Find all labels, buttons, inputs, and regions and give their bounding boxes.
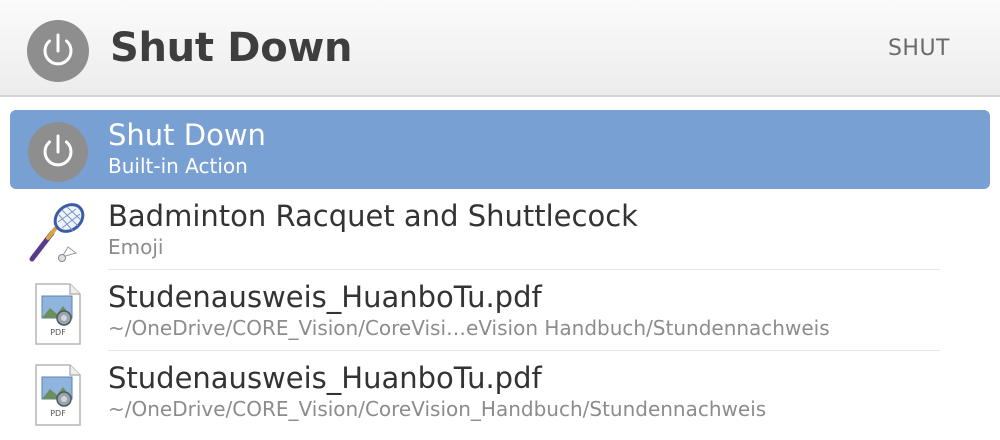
launcher-window: Shut Down SHUT Shut Down Built-in Action <box>0 0 1000 440</box>
power-icon <box>26 120 90 184</box>
result-subtitle: Built-in Action <box>108 154 248 178</box>
result-title: Studenausweis_HuanboTu.pdf <box>108 280 542 314</box>
search-bar[interactable]: Shut Down SHUT <box>0 0 1000 97</box>
pdf-file-icon: PDF <box>26 282 90 346</box>
result-title: Badminton Racquet and Shuttlecock <box>108 199 638 233</box>
result-item-shut-down[interactable]: Shut Down Built-in Action <box>0 108 1000 189</box>
result-subtitle: ~/OneDrive/CORE_Vision/CoreVision_Handbu… <box>108 397 767 421</box>
keyword-hint: SHUT <box>887 36 950 61</box>
result-item-pdf-file[interactable]: PDF Studenausweis_HuanboTu.pdf ~/OneDriv… <box>0 270 1000 351</box>
pdf-icon-label: PDF <box>50 328 66 337</box>
results-list: Shut Down Built-in Action Badminton Racq… <box>0 108 1000 432</box>
result-subtitle: Emoji <box>108 235 164 259</box>
result-subtitle: ~/OneDrive/CORE_Vision/CoreVisi…eVision … <box>108 316 830 340</box>
pdf-file-icon: PDF <box>26 363 90 427</box>
pdf-icon-label: PDF <box>50 409 66 418</box>
result-title: Shut Down <box>108 118 266 152</box>
result-title: Studenausweis_HuanboTu.pdf <box>108 361 542 395</box>
result-item-badminton-emoji[interactable]: Badminton Racquet and Shuttlecock Emoji <box>0 189 1000 270</box>
search-input[interactable]: Shut Down <box>110 25 353 71</box>
badminton-emoji-icon <box>26 201 90 265</box>
result-item-pdf-file[interactable]: PDF Studenausweis_HuanboTu.pdf ~/OneDriv… <box>0 351 1000 432</box>
power-icon <box>27 20 89 82</box>
